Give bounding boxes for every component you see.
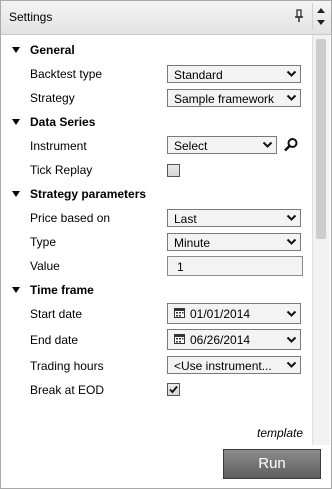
trading-hours-label: Trading hours xyxy=(30,359,104,373)
strategy-select[interactable]: Sample framework xyxy=(167,89,301,107)
section-general[interactable]: General xyxy=(1,39,301,61)
strategy-label: Strategy xyxy=(30,91,75,105)
row-type: Type Minute xyxy=(1,231,311,253)
dropdown-arrow-icon xyxy=(286,214,297,221)
tick-replay-checkbox[interactable] xyxy=(167,164,180,177)
scroll-down-icon[interactable] xyxy=(317,20,325,25)
break-at-eod-label: Break at EOD xyxy=(30,383,105,397)
section-collapse-icon[interactable] xyxy=(12,191,20,197)
tick-replay-label: Tick Replay xyxy=(30,163,93,177)
pin-icon[interactable] xyxy=(293,9,305,23)
dropdown-arrow-icon xyxy=(286,336,297,343)
price-based-on-value: Last xyxy=(174,212,197,226)
row-backtest-type: Backtest type Standard xyxy=(1,63,311,85)
row-start-date: Start date 01/01/2014 xyxy=(1,303,311,325)
settings-window: Settings General Backtest type Standard xyxy=(0,0,332,489)
title-bar: Settings xyxy=(1,1,331,35)
value-input-text: 1 xyxy=(177,260,184,274)
row-break-at-eod: Break at EOD xyxy=(1,379,311,401)
section-time-frame-label: Time frame xyxy=(30,283,94,297)
type-value: Minute xyxy=(174,236,211,250)
title-scroll-buttons xyxy=(312,3,330,30)
end-date-picker[interactable]: 06/26/2014 xyxy=(167,329,301,350)
section-data-series[interactable]: Data Series xyxy=(1,111,301,133)
run-button[interactable]: Run xyxy=(223,449,321,479)
value-input[interactable]: 1 xyxy=(167,256,303,276)
dropdown-arrow-icon xyxy=(286,70,297,77)
section-data-series-label: Data Series xyxy=(30,115,96,129)
section-time-frame[interactable]: Time frame xyxy=(1,279,301,301)
start-date-value: 01/01/2014 xyxy=(190,307,251,321)
template-label: template xyxy=(257,426,304,440)
row-tick-replay: Tick Replay xyxy=(1,159,311,181)
section-collapse-icon[interactable] xyxy=(12,47,20,53)
settings-panel: General Backtest type Standard Strategy … xyxy=(1,35,311,487)
check-icon xyxy=(169,385,178,394)
row-strategy: Strategy Sample framework xyxy=(1,87,311,109)
instrument-label: Instrument xyxy=(30,139,87,153)
dropdown-arrow-icon xyxy=(286,94,297,101)
trading-hours-select[interactable]: <Use instrument... xyxy=(167,356,301,374)
row-value: Value 1 xyxy=(1,255,311,277)
end-date-label: End date xyxy=(30,333,79,347)
end-date-value: 06/26/2014 xyxy=(190,333,251,347)
section-strategy-parameters[interactable]: Strategy parameters xyxy=(1,183,301,205)
backtest-type-select[interactable]: Standard xyxy=(167,65,301,83)
dropdown-arrow-icon xyxy=(286,310,297,317)
row-trading-hours: Trading hours <Use instrument... xyxy=(1,355,311,377)
row-instrument: Instrument Select xyxy=(1,135,311,157)
backtest-type-label: Backtest type xyxy=(30,67,103,81)
value-label: Value xyxy=(30,259,60,273)
dropdown-arrow-icon xyxy=(286,361,297,368)
instrument-select[interactable]: Select xyxy=(167,136,277,154)
type-label: Type xyxy=(30,235,57,249)
dropdown-arrow-icon xyxy=(262,141,273,148)
price-based-on-select[interactable]: Last xyxy=(167,209,301,227)
start-date-picker[interactable]: 01/01/2014 xyxy=(167,303,301,324)
section-collapse-icon[interactable] xyxy=(12,119,20,125)
break-at-eod-checkbox[interactable] xyxy=(167,383,180,396)
section-strategy-parameters-label: Strategy parameters xyxy=(30,187,147,201)
section-general-label: General xyxy=(30,43,75,57)
strategy-value: Sample framework xyxy=(174,92,275,106)
vertical-scrollbar[interactable] xyxy=(312,35,330,445)
scrollbar-thumb[interactable] xyxy=(316,39,326,239)
trading-hours-value: <Use instrument... xyxy=(174,359,272,373)
backtest-type-value: Standard xyxy=(174,68,223,82)
type-select[interactable]: Minute xyxy=(167,233,301,251)
calendar-icon[interactable] xyxy=(174,307,185,318)
instrument-value: Select xyxy=(174,139,208,153)
search-icon[interactable] xyxy=(283,137,299,153)
price-based-on-label: Price based on xyxy=(30,211,111,225)
row-end-date: End date 06/26/2014 xyxy=(1,329,311,351)
window-title: Settings xyxy=(9,10,53,24)
calendar-icon[interactable] xyxy=(174,333,185,344)
row-price-based-on: Price based on Last xyxy=(1,207,311,229)
start-date-label: Start date xyxy=(30,307,83,321)
scroll-up-icon[interactable] xyxy=(317,8,325,13)
section-collapse-icon[interactable] xyxy=(12,287,20,293)
dropdown-arrow-icon xyxy=(286,238,297,245)
